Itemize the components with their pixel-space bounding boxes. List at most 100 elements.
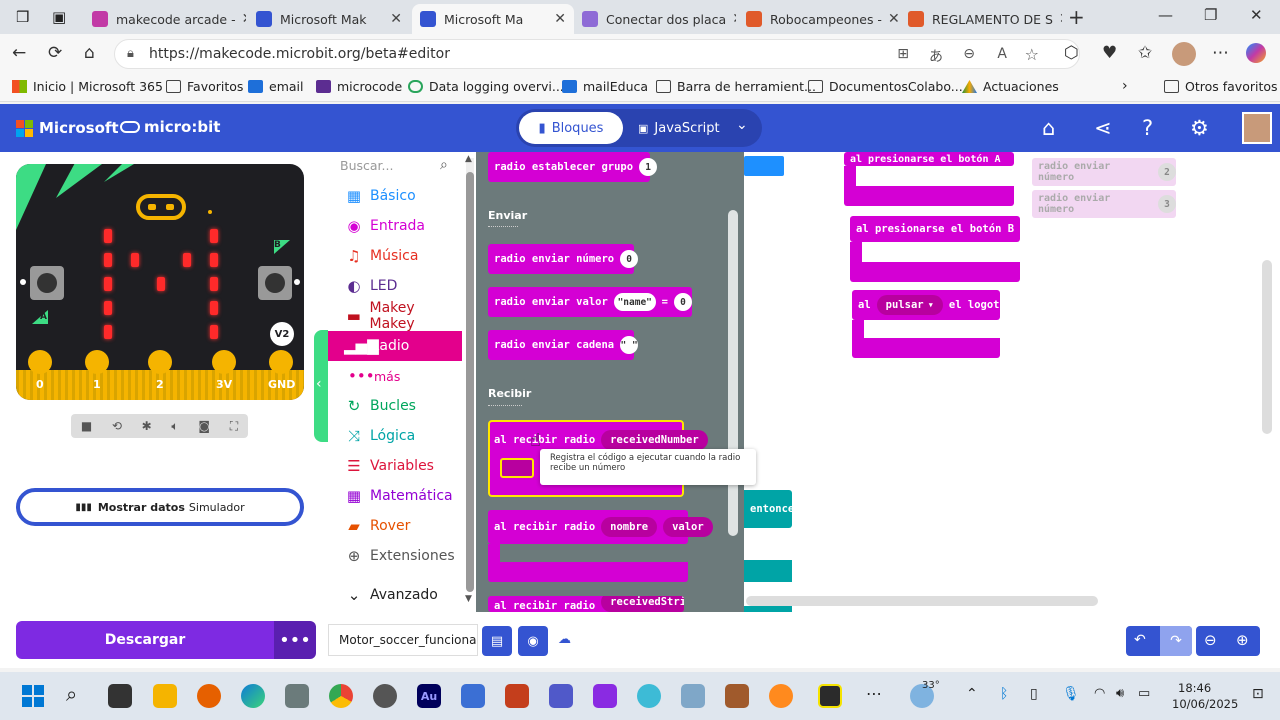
category-led[interactable]: ◐ LED [328, 271, 462, 301]
show-data-button[interactable]: ▮▮▮ Mostrar datos Simulador [16, 488, 304, 526]
on-received-value-block[interactable]: al recibir radio nombre valor [488, 510, 713, 544]
stop-icon[interactable]: ■ [81, 419, 92, 433]
url-field[interactable]: 🔒︎ https://makecode.microbit.org/beta#ed… [114, 39, 1080, 69]
clock-time[interactable]: 18:46 [1178, 681, 1211, 695]
radio-send-number-block[interactable]: radio enviar número 0 [488, 244, 639, 274]
touch-logo[interactable] [136, 194, 186, 220]
back-icon[interactable]: ← [12, 43, 26, 63]
on-button-a-block[interactable]: al presionarse el botón A [844, 152, 1014, 166]
redo-icon[interactable]: ↷ [1160, 626, 1192, 656]
app-icon[interactable] [681, 684, 705, 708]
browser-tab-3-active[interactable]: Microsoft Ma ✕ [412, 4, 574, 34]
block-value[interactable]: 3 [1158, 195, 1176, 213]
block-value[interactable]: 0 [674, 293, 692, 311]
workspace-v-scrollbar[interactable] [1262, 260, 1272, 434]
fullscreen-icon[interactable]: ⛶ [230, 419, 238, 434]
extensions-icon[interactable]: ⬡ [1064, 43, 1079, 63]
chrome-icon[interactable] [329, 684, 353, 708]
dropdown-arrow-icon[interactable]: ▾ [1020, 223, 1026, 235]
new-tab-icon[interactable]: + [1068, 5, 1085, 29]
read-aloud-icon[interactable]: A [997, 46, 1007, 62]
tab-actions-icon[interactable]: ▣ [52, 8, 66, 26]
on-received-string-block[interactable]: al recibir radio receivedString [488, 596, 684, 612]
app-icon[interactable] [593, 684, 617, 708]
microbit-logo[interactable]: micro:bit [120, 118, 220, 136]
mute-icon[interactable]: 🔈︎ [171, 419, 178, 434]
category-bucles[interactable]: ↻ Bucles [328, 391, 462, 421]
firefox-icon[interactable] [197, 684, 221, 708]
refresh-icon[interactable]: ⟳ [48, 43, 62, 63]
favorites-icon[interactable]: ✩ [1138, 43, 1152, 63]
debug-icon[interactable]: ✱ [142, 419, 152, 433]
disabled-send-number-block[interactable]: radio enviar número 3 [1032, 190, 1176, 218]
value-variable[interactable]: valor [663, 517, 713, 537]
download-button[interactable]: Descargar [16, 621, 274, 659]
copilot-icon[interactable] [1246, 43, 1266, 63]
favorite-link[interactable]: Actuaciones [962, 79, 1059, 94]
block-value[interactable]: 2 [1158, 163, 1176, 181]
app-icon[interactable] [725, 684, 749, 708]
translate-icon[interactable]: あ [929, 46, 943, 66]
microsoft-logo[interactable]: Microsoft [16, 119, 119, 137]
on-button-b-block[interactable]: al presionarse el botón B ▾ [850, 216, 1026, 242]
pin-0[interactable] [28, 350, 52, 374]
favorite-star-icon[interactable]: ☆ [1025, 45, 1039, 64]
flyout-scrollbar[interactable] [728, 210, 738, 536]
profile-avatar[interactable] [1172, 42, 1196, 66]
home-icon[interactable]: ⌂ [84, 43, 95, 63]
scroll-up-icon[interactable]: ▲ [465, 154, 472, 164]
pin-gnd[interactable] [269, 350, 293, 374]
audition-icon[interactable]: Au [417, 684, 441, 708]
project-name-input[interactable]: Motor_soccer_funciona [328, 624, 478, 656]
app-icon[interactable] [769, 684, 793, 708]
screenshot-icon[interactable]: ◙ [198, 419, 210, 433]
close-icon[interactable]: ✕ [726, 11, 736, 27]
favorite-folder[interactable]: Favoritos [166, 79, 243, 94]
volume-icon[interactable]: 🔊︎ [1116, 686, 1124, 701]
edge-icon[interactable] [241, 684, 265, 708]
on-logo-block[interactable]: al pulsar ▾ el logotipo [852, 290, 1018, 320]
close-icon[interactable]: ✕ [1053, 11, 1062, 27]
more-apps-icon[interactable]: ⋯ [866, 684, 882, 703]
edu-icon[interactable] [637, 684, 661, 708]
share-icon[interactable]: ⋖ [1094, 116, 1112, 140]
favorite-link[interactable]: microcode [316, 79, 402, 94]
lock-icon[interactable]: 🔒︎ [127, 46, 134, 61]
block-value[interactable]: 0 [620, 250, 639, 268]
category-extensiones[interactable]: ⊕ Extensiones [328, 541, 462, 571]
radio-set-group-block[interactable]: radio establecer grupo 1 [488, 152, 658, 182]
block-name-field[interactable]: "name" [613, 293, 656, 311]
category-musica[interactable]: ♫ Música [328, 241, 462, 271]
notifications-icon[interactable]: ⊡ [1252, 686, 1264, 702]
scroll-down-icon[interactable]: ▼ [465, 594, 472, 604]
browser-tab-1[interactable]: makecode arcade - ✕ [84, 4, 246, 34]
pin-2[interactable] [148, 350, 172, 374]
category-makey-makey[interactable]: ▬ Makey Makey [328, 300, 462, 332]
logic-if-block-partial[interactable]: entonces [744, 490, 801, 528]
toolbox-scrollbar[interactable] [466, 158, 474, 592]
category-basico[interactable]: ▦ Básico [328, 181, 462, 211]
category-radio[interactable]: ▂▅▇ Radio [328, 331, 462, 361]
favorite-link[interactable]: mailEduca [562, 79, 648, 94]
browser-tab-2[interactable]: Microsoft Mak ✕ [248, 4, 410, 34]
search-icon[interactable]: ⌕ [66, 682, 77, 706]
collapse-simulator-handle[interactable]: ‹ [314, 330, 328, 442]
start-icon[interactable] [22, 685, 44, 707]
pin-3v[interactable] [212, 350, 236, 374]
battery-icon[interactable]: ▭ [1138, 686, 1150, 701]
radio-send-string-block[interactable]: radio enviar cadena " " [488, 330, 639, 360]
microphone-icon[interactable]: 🎙︎ [1062, 686, 1080, 702]
category-radio-mas[interactable]: ••• más [328, 361, 462, 391]
radio-send-value-block[interactable]: radio enviar valor "name" = 0 [488, 287, 692, 317]
teams-icon[interactable] [549, 684, 573, 708]
wifi-icon[interactable]: ◠ [1094, 686, 1105, 701]
category-matematica[interactable]: ▦ Matemática [328, 481, 462, 511]
other-favorites-folder[interactable]: Otros favoritos [1164, 79, 1278, 94]
block-value[interactable]: " " [620, 336, 639, 354]
task-view-icon[interactable] [108, 684, 132, 708]
search-input[interactable]: Buscar... [340, 158, 393, 173]
favorite-link[interactable]: email [248, 79, 303, 94]
button-a[interactable] [30, 266, 64, 300]
zoom-in-icon[interactable]: ⊕ [1236, 631, 1249, 649]
received-string-variable[interactable]: receivedString [601, 596, 684, 612]
